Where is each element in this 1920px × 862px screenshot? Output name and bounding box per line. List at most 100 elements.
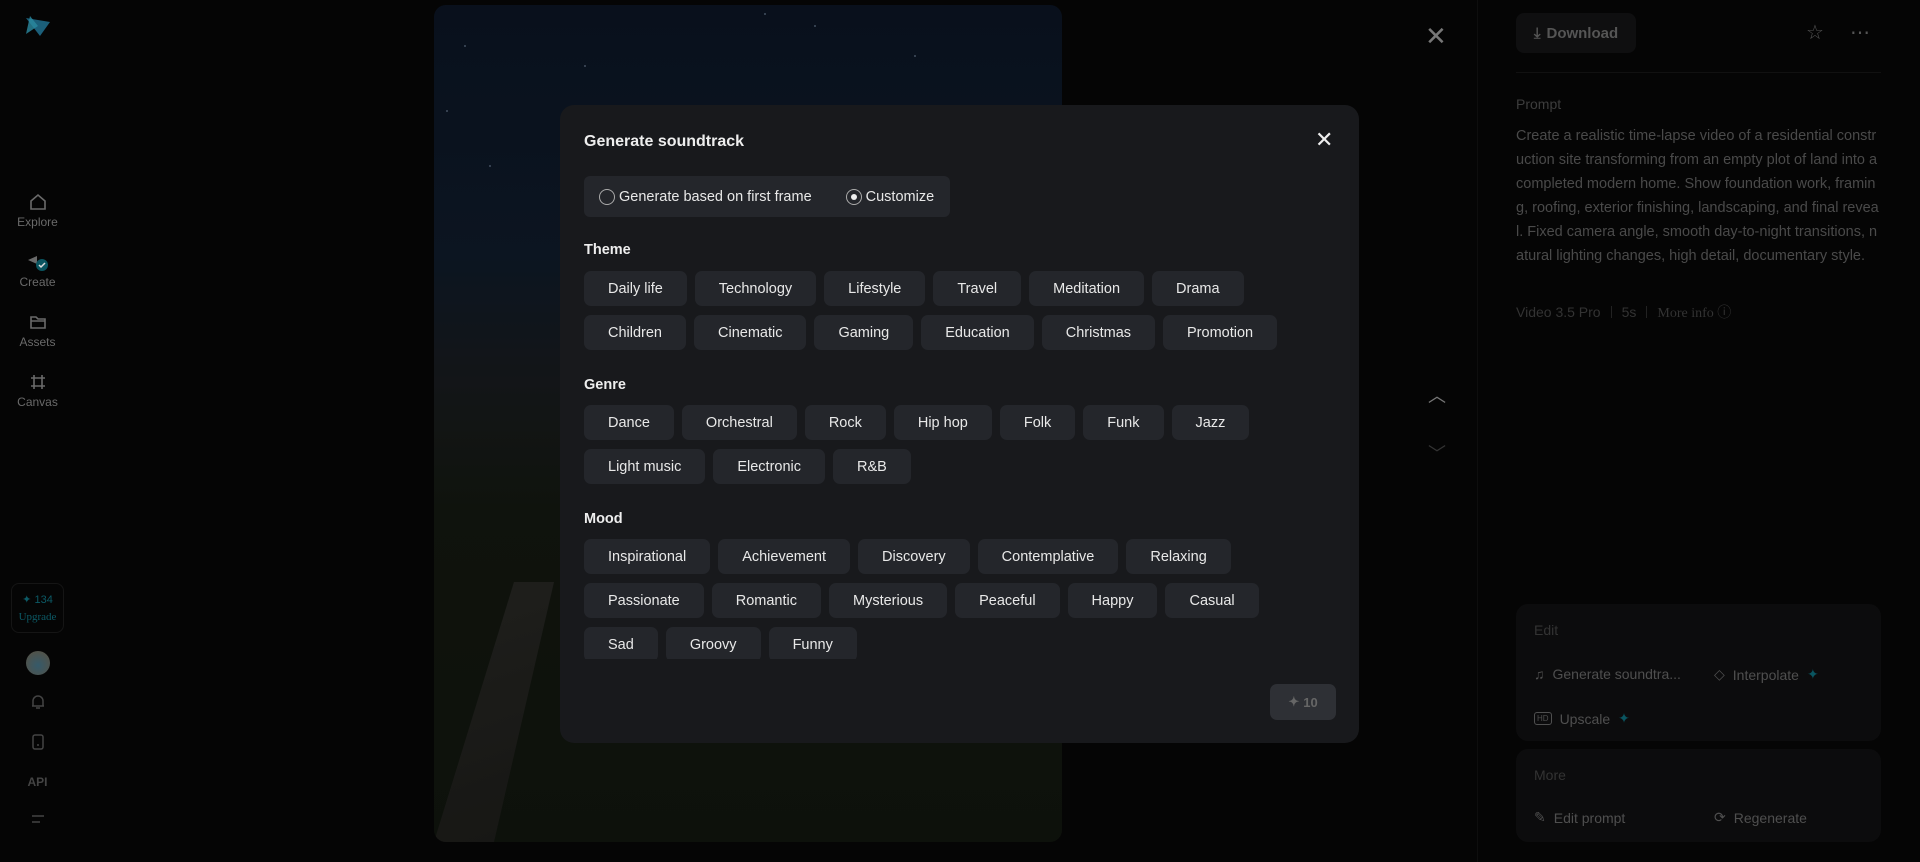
more-info-link[interactable]: More info ⓘ (1657, 302, 1731, 322)
sidebar-item-label: Create (19, 275, 56, 289)
genre-chip[interactable]: Dance (584, 405, 674, 440)
credits-icon: ✦ (22, 594, 32, 606)
genre-chip[interactable]: R&B (833, 449, 911, 484)
menu-icon[interactable] (0, 813, 75, 832)
mood-chips: Inspirational Achievement Discovery Contemp… (584, 539, 1324, 659)
credits-count: 134 (34, 594, 53, 606)
generate-soundtrack-button[interactable]: ♫ Generate soundtra... (1534, 666, 1681, 682)
mood-scroll-area[interactable]: Inspirational Achievement Discovery Contemp… (560, 539, 1359, 659)
theme-chip[interactable]: Technology (694, 271, 817, 306)
mobile-icon[interactable] (0, 733, 75, 756)
interpolate-button[interactable]: ◇ Interpolate ✦ (1714, 666, 1819, 683)
theme-chip[interactable]: Promotion (1163, 315, 1278, 350)
sidebar-item-assets[interactable]: Assets (0, 312, 75, 349)
theme-label: Theme (584, 242, 631, 258)
theme-chip[interactable]: Lifestyle (824, 271, 926, 306)
radio-checked-icon (845, 188, 862, 205)
chevron-down-icon[interactable]: ﹀ (1428, 440, 1446, 466)
theme-chip[interactable]: Meditation (1029, 271, 1145, 306)
genre-chip[interactable]: Funk (1083, 405, 1164, 440)
theme-chip[interactable]: Cinematic (694, 315, 807, 350)
edit-icon: ✎ (1534, 809, 1546, 825)
mood-label: Mood (584, 511, 623, 527)
sparkle-icon: ✦ (1618, 710, 1630, 726)
radio-customize[interactable]: Customize (845, 188, 934, 205)
music-note-icon: ♫ (1534, 666, 1545, 682)
sidebar-item-explore[interactable]: Explore (0, 192, 75, 229)
genre-chip[interactable]: Hip hop (893, 405, 992, 440)
genre-chip[interactable]: Orchestral (681, 405, 797, 440)
genre-chips: Dance Orchestral Rock Hip hop Folk Funk Jazz Li… (584, 405, 1324, 484)
mood-chip[interactable]: Discovery (858, 539, 970, 574)
genre-chip[interactable]: Folk (999, 405, 1076, 440)
sidebar: Explore Create Assets Canvas ✦ 134 Upgrad… (0, 0, 75, 862)
divider (1477, 0, 1478, 862)
theme-chip[interactable]: Gaming (814, 315, 914, 350)
mood-chip[interactable]: Funny (768, 627, 857, 659)
info-icon: ⓘ (1717, 306, 1732, 321)
mode-radio-group: Generate based on first frame Customize (584, 176, 950, 217)
chevron-up-icon[interactable]: ︿ (1428, 382, 1446, 408)
dialog-title: Generate soundtrack (584, 133, 745, 150)
genre-chip[interactable]: Electronic (713, 449, 826, 484)
logo-icon[interactable] (24, 14, 52, 38)
api-link[interactable]: API (0, 775, 75, 789)
star-icon[interactable]: ☆ (1806, 20, 1824, 45)
upgrade-button[interactable]: ✦ 134 Upgrade (11, 583, 64, 633)
interpolate-icon: ◇ (1714, 666, 1725, 682)
duration: 5s (1621, 304, 1637, 320)
mood-chip[interactable]: Romantic (711, 583, 821, 618)
mood-chip[interactable]: Casual (1165, 583, 1259, 618)
mood-chip[interactable]: Peaceful (955, 583, 1060, 618)
mood-chip[interactable]: Achievement (718, 539, 851, 574)
upgrade-label: Upgrade (18, 611, 57, 623)
divider (1516, 72, 1881, 73)
genre-chip[interactable]: Rock (804, 405, 886, 440)
mood-chip[interactable]: Mysterious (829, 583, 948, 618)
theme-chip[interactable]: Christmas (1041, 315, 1156, 350)
generate-button[interactable]: ✦ 10 (1270, 684, 1336, 720)
radio-first-frame[interactable]: Generate based on first frame (599, 188, 812, 205)
sidebar-item-canvas[interactable]: Canvas (0, 372, 75, 409)
upscale-button[interactable]: HD Upscale ✦ (1534, 710, 1630, 727)
download-icon: ⤓ (1533, 24, 1541, 42)
home-icon (29, 193, 46, 210)
sparkle-icon: ✦ (1806, 666, 1819, 682)
mood-chip[interactable]: Relaxing (1126, 539, 1231, 574)
mood-chip[interactable]: Contemplative (977, 539, 1119, 574)
download-button[interactable]: ⤓ Download (1516, 13, 1636, 53)
theme-chip[interactable]: Education (921, 315, 1034, 350)
mood-chip[interactable]: Sad (584, 627, 658, 659)
sidebar-item-label: Assets (19, 335, 56, 349)
refresh-icon: ⟳ (1714, 809, 1726, 825)
mood-chip[interactable]: Groovy (665, 627, 761, 659)
model-name: Video 3.5 Pro (1516, 304, 1601, 320)
mood-chip[interactable]: Passionate (584, 583, 704, 618)
edit-card: Edit ♫ Generate soundtra... ◇ Interpolate ✦… (1516, 604, 1881, 741)
more-title: More (1534, 767, 1566, 783)
more-options-icon[interactable]: ⋯ (1850, 20, 1870, 45)
theme-chip[interactable]: Travel (933, 271, 1022, 306)
theme-chip[interactable]: Drama (1152, 271, 1244, 306)
avatar[interactable] (26, 651, 50, 675)
theme-chip[interactable]: Daily life (584, 271, 687, 306)
prompt-text: Create a realistic time-lapse video of a… (1516, 128, 1879, 264)
theme-chips: Daily life Technology Lifestyle Travel Medit… (584, 271, 1324, 350)
genre-chip[interactable]: Light music (584, 449, 706, 484)
download-label: Download (1546, 24, 1619, 42)
close-dialog-icon[interactable]: ✕ (1315, 127, 1333, 153)
edit-prompt-button[interactable]: ✎ Edit prompt (1534, 809, 1625, 826)
genre-label: Genre (584, 377, 626, 393)
genre-chip[interactable]: Jazz (1171, 405, 1250, 440)
prompt-label: Prompt (1516, 96, 1562, 112)
sidebar-item-create[interactable]: Create (0, 252, 75, 289)
mood-chip[interactable]: Happy (1067, 583, 1158, 618)
mood-chip[interactable]: Inspirational (584, 539, 711, 574)
theme-chip[interactable]: Children (584, 315, 686, 350)
regenerate-button[interactable]: ⟳ Regenerate (1714, 809, 1807, 826)
bell-icon[interactable] (0, 693, 75, 716)
close-viewer-icon[interactable]: ✕ (1425, 21, 1447, 52)
radio-unchecked-icon (599, 188, 615, 205)
create-icon (27, 256, 48, 271)
sidebar-item-label: Canvas (17, 395, 58, 409)
